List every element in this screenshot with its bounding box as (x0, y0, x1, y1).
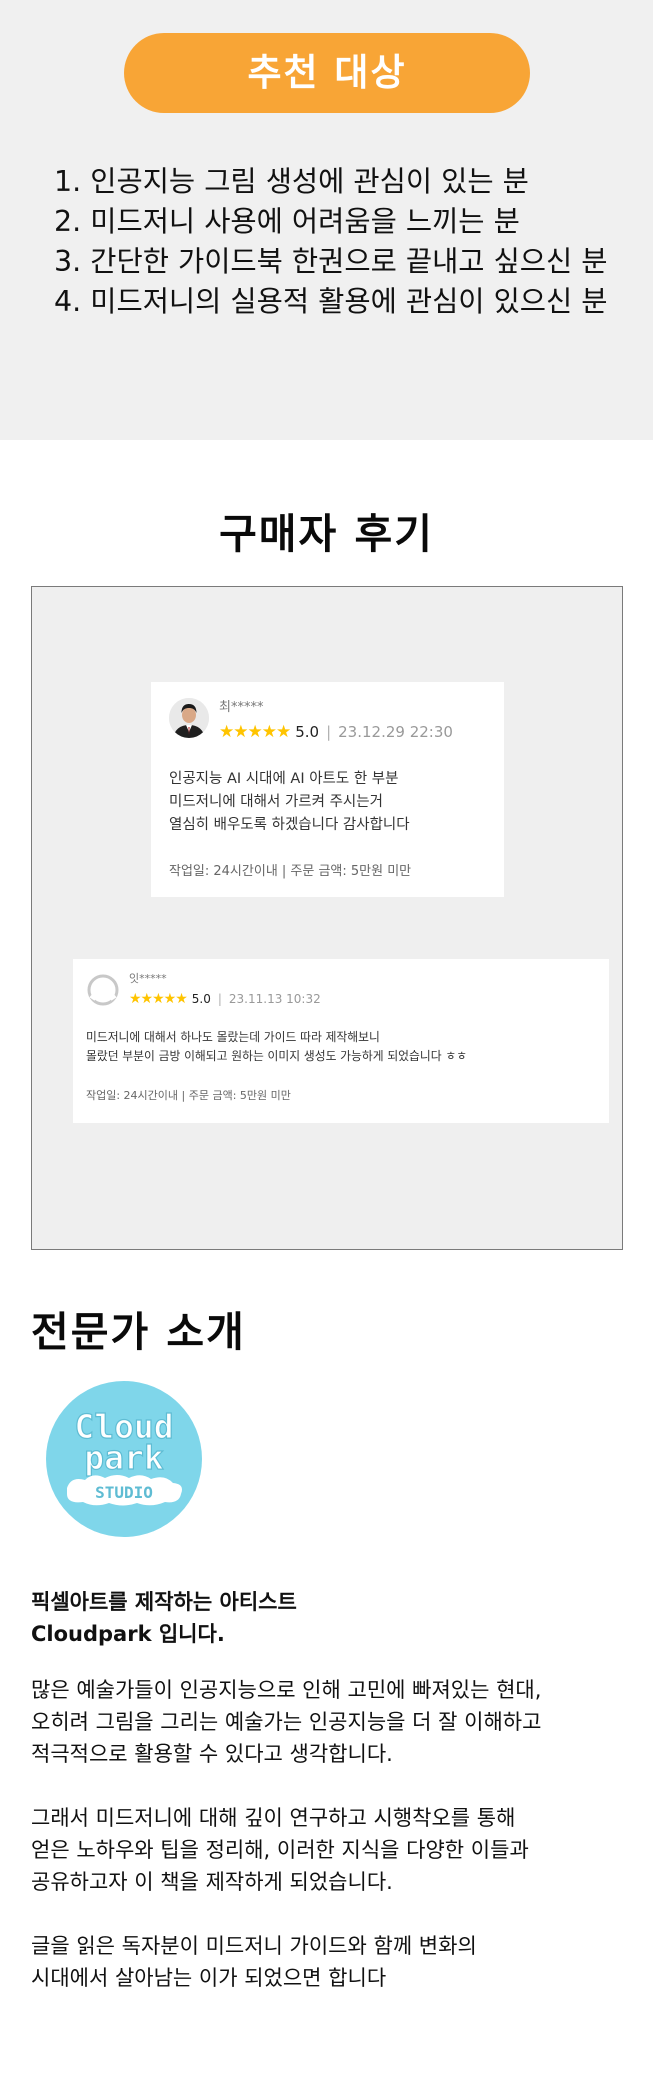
paragraph-line: 시대에서 살아남는 이가 되었으면 합니다 (31, 1966, 387, 1990)
logo-text-line: STUDIO (95, 1483, 153, 1502)
paragraph-line: 많은 예술가들이 인공지능으로 인해 고민에 빠져있는 현대, (31, 1678, 542, 1702)
review-text: 미드저니에 대해서 하나도 몰랐는데 가이드 따라 제작해보니 몰랐던 부분이 … (86, 1028, 467, 1066)
review-text: 인공지능 AI 시대에 AI 아트도 한 부분 미드저니에 대해서 가르켜 주시… (169, 768, 410, 837)
recommend-list: 1. 인공지능 그림 생성에 관심이 있는 분 2. 미드저니 사용에 어려움을… (54, 162, 608, 322)
expert-paragraph: 글을 읽은 독자분이 미드저니 가이드와 함께 변화의 시대에서 살아남는 이가… (31, 1930, 477, 1994)
star-rating-icon: ★★★★★ (129, 991, 188, 1007)
rating-row: ★★★★★ 5.0 | 23.12.29 22:30 (219, 722, 453, 742)
recommend-item: 3. 간단한 가이드북 한권으로 끝내고 싶으신 분 (54, 245, 608, 278)
recommend-title-badge: 추천 대상 (124, 33, 530, 113)
rating-separator: | (217, 992, 222, 1006)
review-text-line: 인공지능 AI 시대에 AI 아트도 한 부분 (169, 771, 399, 787)
logo-text-line: park (84, 1438, 164, 1477)
review-meta: 작업일: 24시간이내 | 주문 금액: 5만원 미만 (169, 864, 412, 879)
rating-score: 5.0 (295, 723, 320, 741)
rating-row: ★★★★★ 5.0 | 23.11.13 10:32 (129, 991, 321, 1007)
review-date: 23.12.29 22:30 (338, 723, 453, 741)
rating-score: 5.0 (191, 992, 211, 1006)
paragraph-line: 글을 읽은 독자분이 미드저니 가이드와 함께 변화의 (31, 1934, 477, 1958)
default-avatar-icon (87, 974, 119, 1006)
expert-intro: 픽셀아트를 제작하는 아티스트 Cloudpark 입니다. (31, 1586, 297, 1650)
paragraph-line: 오히려 그림을 그리는 예술가는 인공지능을 더 잘 이해하고 (31, 1710, 542, 1734)
review-meta: 작업일: 24시간이내 | 주문 금액: 5만원 미만 (86, 1089, 291, 1102)
paragraph-line: 얻은 노하우와 팁을 정리해, 이러한 지식을 다양한 이들과 (31, 1838, 529, 1862)
paragraph-line: 그래서 미드저니에 대해 깊이 연구하고 시행착오를 통해 (31, 1806, 516, 1830)
recommend-item: 2. 미드저니 사용에 어려움을 느끼는 분 (54, 205, 520, 238)
review-text-line: 열심히 배우도록 하겠습니다 감사합니다 (169, 817, 410, 833)
reviewer-name: 잇***** (129, 972, 167, 985)
review-text-line: 미드저니에 대해서 가르켜 주시는거 (169, 794, 383, 810)
reviews-panel: 최***** ★★★★★ 5.0 | 23.12.29 22:30 인공지능 A… (31, 586, 623, 1250)
cloudpark-studio-logo: Cloud park STUDIO (45, 1380, 203, 1538)
expert-heading: 전문가 소개 (31, 1308, 246, 1356)
expert-paragraph: 많은 예술가들이 인공지능으로 인해 고민에 빠져있는 현대, 오히려 그림을 … (31, 1674, 541, 1770)
expert-intro-line: 픽셀아트를 제작하는 아티스트 (31, 1590, 297, 1614)
review-text-line: 미드저니에 대해서 하나도 몰랐는데 가이드 따라 제작해보니 (86, 1030, 380, 1044)
expert-paragraph: 그래서 미드저니에 대해 깊이 연구하고 시행착오를 통해 얻은 노하우와 팁을… (31, 1802, 529, 1898)
reviewer-avatar (86, 973, 120, 1007)
expert-intro-line: Cloudpark 입니다. (31, 1622, 225, 1646)
rating-separator: | (326, 723, 332, 741)
recommend-item: 1. 인공지능 그림 생성에 관심이 있는 분 (54, 165, 529, 198)
paragraph-line: 공유하고자 이 책을 제작하게 되었습니다. (31, 1870, 393, 1894)
review-text-line: 몰랐던 부분이 금방 이해되고 원하는 이미지 생성도 가능하게 되었습니다 ㅎ… (86, 1049, 468, 1063)
paragraph-line: 적극적으로 활용할 수 있다고 생각합니다. (31, 1742, 393, 1766)
review-card: 최***** ★★★★★ 5.0 | 23.12.29 22:30 인공지능 A… (151, 682, 504, 897)
review-card: 잇***** ★★★★★ 5.0 | 23.11.13 10:32 미드저니에 … (73, 959, 609, 1123)
recommend-section: 추천 대상 1. 인공지능 그림 생성에 관심이 있는 분 2. 미드저니 사용… (0, 0, 653, 440)
reviews-heading: 구매자 후기 (219, 510, 434, 558)
review-date: 23.11.13 10:32 (228, 992, 321, 1006)
person-photo-icon (169, 698, 209, 738)
reviewer-avatar (169, 698, 209, 738)
star-rating-icon: ★★★★★ (219, 722, 291, 742)
reviewer-name: 최***** (219, 700, 264, 715)
cloudpark-logo-icon: Cloud park STUDIO (46, 1381, 202, 1537)
recommend-item: 4. 미드저니의 실용적 활용에 관심이 있으신 분 (54, 285, 608, 318)
